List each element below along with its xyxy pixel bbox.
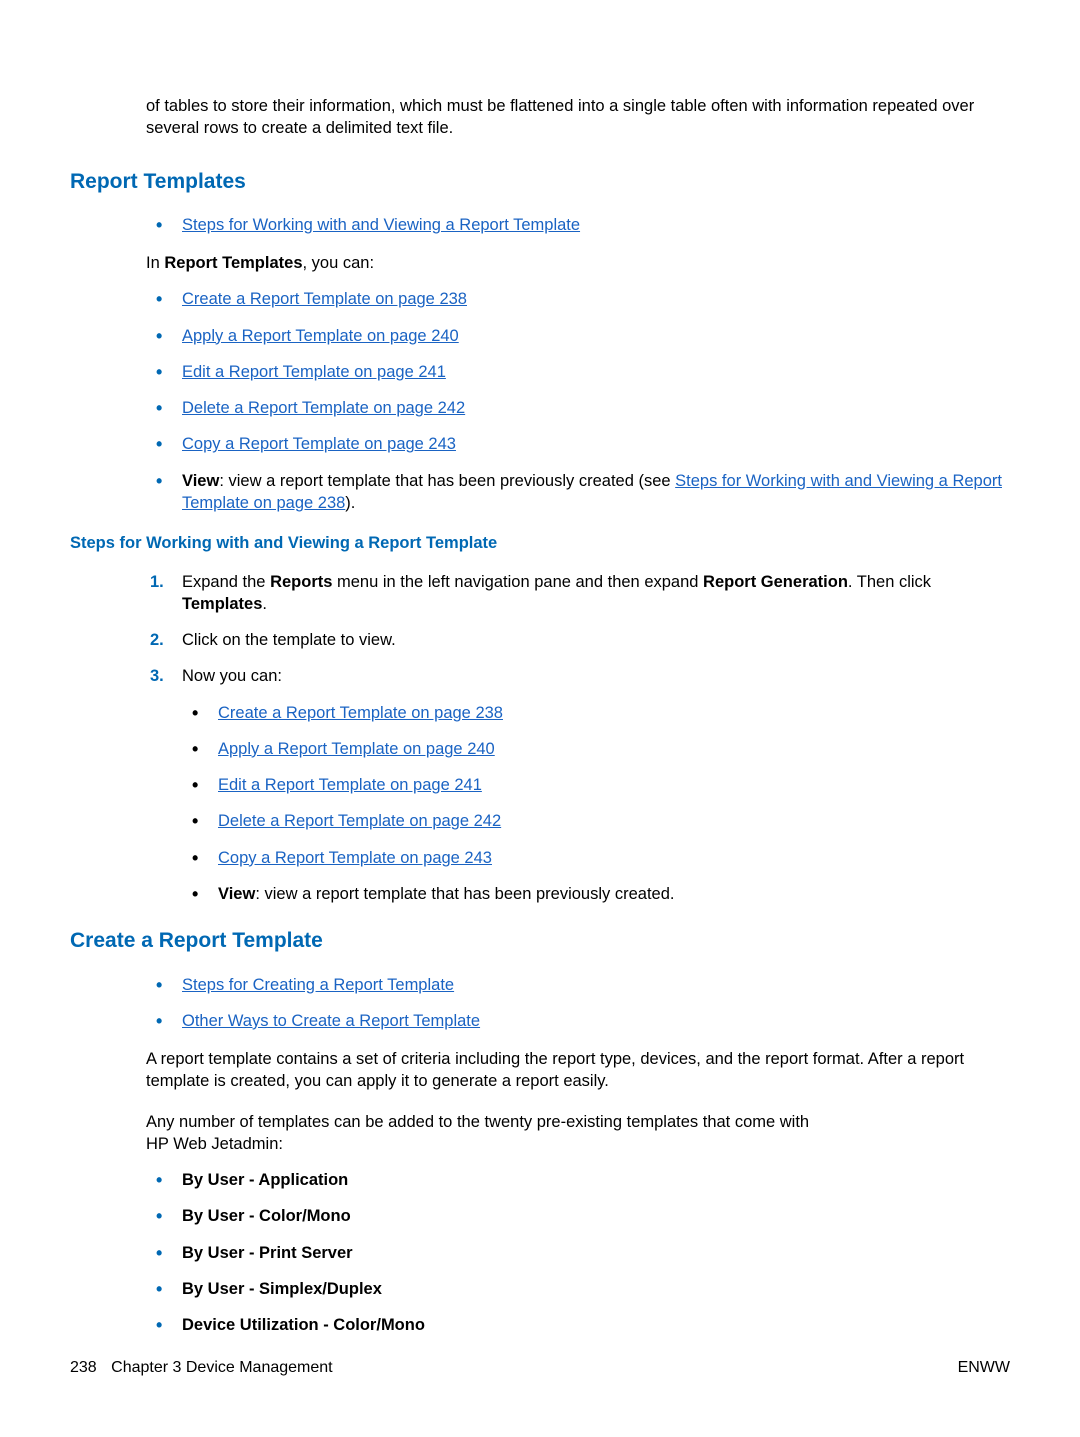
template-actions-list: Create a Report Template on page 238 App…	[146, 288, 1010, 514]
text-bold: By User - Color/Mono	[182, 1207, 351, 1225]
page: of tables to store their information, wh…	[0, 0, 1080, 1437]
preexisting-templates-list: By User - Application By User - Color/Mo…	[146, 1169, 1010, 1336]
heading-steps-view-template: Steps for Working with and Viewing a Rep…	[70, 532, 1010, 554]
link-copy-template[interactable]: Copy a Report Template on page 243	[182, 435, 456, 453]
top-link-list-2: Steps for Creating a Report Template Oth…	[146, 974, 1010, 1033]
intro-line: In Report Templates, you can:	[146, 252, 1010, 274]
text: menu in the left navigation pane and the…	[332, 573, 703, 591]
link-apply-template[interactable]: Apply a Report Template on page 240	[182, 327, 459, 345]
list-item: Copy a Report Template on page 243	[146, 433, 1010, 455]
link-copy-template[interactable]: Copy a Report Template on page 243	[218, 849, 492, 867]
heading-report-templates: Report Templates	[70, 168, 1010, 196]
list-item: Copy a Report Template on page 243	[182, 847, 1010, 869]
link-other-ways-create[interactable]: Other Ways to Create a Report Template	[182, 1012, 480, 1030]
link-delete-template[interactable]: Delete a Report Template on page 242	[182, 399, 465, 417]
list-item: Steps for Creating a Report Template	[146, 974, 1010, 996]
view-label: View	[218, 885, 255, 903]
text: Expand the	[182, 573, 270, 591]
intro-paragraph: of tables to store their information, wh…	[146, 95, 1010, 140]
list-item: By User - Print Server	[146, 1242, 1010, 1264]
footer-left: 238 Chapter 3 Device Management	[70, 1357, 333, 1379]
step-3: 3. Now you can: Create a Report Template…	[146, 665, 1010, 905]
view-text: : view a report template that has been p…	[255, 885, 674, 903]
heading-create-template: Create a Report Template	[70, 927, 1010, 955]
text: HP Web Jetadmin:	[146, 1135, 283, 1153]
list-item: Apply a Report Template on page 240	[182, 738, 1010, 760]
text-bold: Report Generation	[703, 573, 848, 591]
text: Now you can:	[182, 667, 282, 685]
subsection-body: 1. Expand the Reports menu in the left n…	[146, 571, 1010, 906]
nested-actions-list: Create a Report Template on page 238 App…	[182, 702, 1010, 906]
list-item: Other Ways to Create a Report Template	[146, 1010, 1010, 1032]
list-item: By User - Color/Mono	[146, 1205, 1010, 1227]
link-create-template[interactable]: Create a Report Template on page 238	[182, 290, 467, 308]
list-item: Steps for Working with and Viewing a Rep…	[146, 214, 1010, 236]
list-item-view: View: view a report template that has be…	[146, 470, 1010, 515]
step-1: 1. Expand the Reports menu in the left n…	[146, 571, 1010, 616]
link-steps-create-template[interactable]: Steps for Creating a Report Template	[182, 976, 454, 994]
list-item: Edit a Report Template on page 241	[146, 361, 1010, 383]
top-link-list: Steps for Working with and Viewing a Rep…	[146, 214, 1010, 236]
paragraph: A report template contains a set of crit…	[146, 1048, 1010, 1093]
list-item: Create a Report Template on page 238	[182, 702, 1010, 724]
list-item: By User - Application	[146, 1169, 1010, 1191]
section-report-templates: Steps for Working with and Viewing a Rep…	[146, 214, 1010, 514]
text-bold: Report Templates	[164, 254, 302, 272]
step-number: 2.	[150, 629, 164, 651]
list-item: Device Utilization - Color/Mono	[146, 1314, 1010, 1336]
text: Click on the template to view.	[182, 631, 396, 649]
step-number: 3.	[150, 665, 164, 687]
text: Any number of templates can be added to …	[146, 1113, 809, 1131]
link-edit-template[interactable]: Edit a Report Template on page 241	[218, 776, 482, 794]
view-text: : view a report template that has been p…	[219, 472, 675, 490]
steps-list: 1. Expand the Reports menu in the left n…	[146, 571, 1010, 906]
text-bold: Device Utilization - Color/Mono	[182, 1316, 425, 1334]
text: In	[146, 254, 164, 272]
link-create-template[interactable]: Create a Report Template on page 238	[218, 704, 503, 722]
link-edit-template[interactable]: Edit a Report Template on page 241	[182, 363, 446, 381]
footer-right: ENWW	[958, 1357, 1010, 1379]
link-steps-view-template[interactable]: Steps for Working with and Viewing a Rep…	[182, 216, 580, 234]
page-footer: 238 Chapter 3 Device Management ENWW	[70, 1357, 1010, 1379]
list-item-view: View: view a report template that has be…	[182, 883, 1010, 905]
chapter-label: Chapter 3 Device Management	[111, 1359, 332, 1376]
text-bold: Reports	[270, 573, 332, 591]
text: .	[262, 595, 267, 613]
text: . Then click	[848, 573, 931, 591]
link-delete-template[interactable]: Delete a Report Template on page 242	[218, 812, 501, 830]
step-2: 2. Click on the template to view.	[146, 629, 1010, 651]
step-number: 1.	[150, 571, 164, 593]
list-item: Delete a Report Template on page 242	[146, 397, 1010, 419]
text-bold: By User - Application	[182, 1171, 348, 1189]
page-number: 238	[70, 1359, 97, 1376]
intro-continuation: of tables to store their information, wh…	[146, 95, 1010, 140]
text-bold: By User - Simplex/Duplex	[182, 1280, 382, 1298]
text: , you can:	[303, 254, 375, 272]
view-label: View	[182, 472, 219, 490]
list-item: By User - Simplex/Duplex	[146, 1278, 1010, 1300]
list-item: Apply a Report Template on page 240	[146, 325, 1010, 347]
list-item: Create a Report Template on page 238	[146, 288, 1010, 310]
text-bold: By User - Print Server	[182, 1244, 353, 1262]
paragraph: Any number of templates can be added to …	[146, 1111, 1010, 1156]
section-create-template: Steps for Creating a Report Template Oth…	[146, 974, 1010, 1337]
text-bold: Templates	[182, 595, 262, 613]
list-item: Delete a Report Template on page 242	[182, 810, 1010, 832]
list-item: Edit a Report Template on page 241	[182, 774, 1010, 796]
view-close: ).	[345, 494, 355, 512]
link-apply-template[interactable]: Apply a Report Template on page 240	[218, 740, 495, 758]
